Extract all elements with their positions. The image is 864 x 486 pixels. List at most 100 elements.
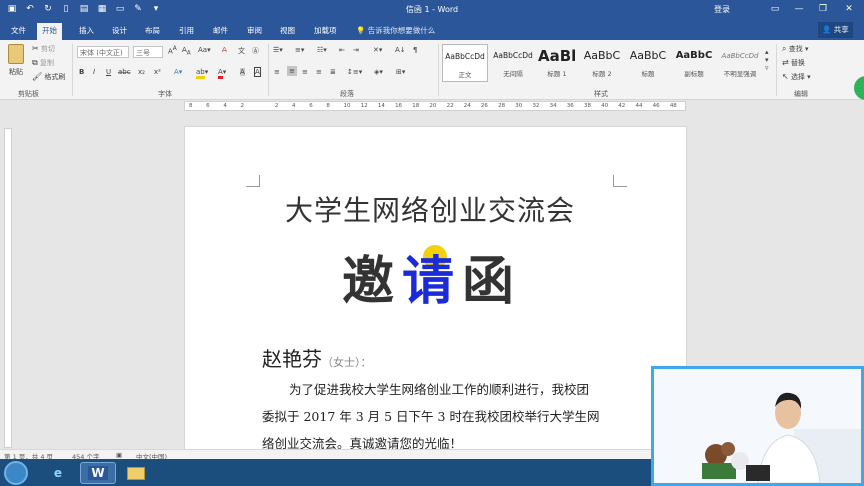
invitation-title[interactable]: 邀请函	[342, 239, 522, 314]
person-icon: 👤	[822, 25, 832, 34]
proofing-icon[interactable]: ▣	[116, 451, 122, 459]
tab-file[interactable]: 文件	[6, 23, 31, 40]
shading-icon[interactable]: ◈▾	[374, 68, 383, 76]
word-app-icon[interactable]: W	[80, 462, 116, 484]
find-button[interactable]: ⌕ 查找 ▾	[782, 44, 808, 54]
superscript-icon[interactable]: x²	[154, 68, 161, 76]
body-paragraph-line[interactable]: 委拟于 2017 年 3 月 5 日下午 3 时在我校团校举行大学生网	[262, 406, 599, 425]
bullets-icon[interactable]: ☰▾	[273, 46, 283, 54]
style-sample: AaBbCcDd	[493, 51, 533, 60]
ruler-tick: 6	[309, 103, 313, 109]
numbering-icon[interactable]: ≡▾	[295, 46, 304, 54]
enclose-char-icon[interactable]: Ⓐ	[252, 46, 259, 56]
copy-button[interactable]: ⧉ 复制	[32, 58, 54, 68]
ruler-tick: 12	[360, 103, 368, 109]
cursor-icon: ↖	[782, 72, 789, 81]
style-normal[interactable]: AaBbCcDd 正文	[442, 44, 488, 82]
share-button[interactable]: 👤 共享	[818, 22, 853, 38]
underline-button[interactable]: U	[106, 68, 111, 76]
style-heading-1[interactable]: AaBl 标题 1	[538, 44, 576, 82]
char-border-icon[interactable]: A	[254, 67, 261, 77]
distributed-icon[interactable]: ≣	[330, 68, 336, 76]
decrease-indent-icon[interactable]: ⇤	[339, 46, 345, 54]
chinese-layout-icon[interactable]: ✕▾	[373, 46, 382, 54]
document-heading[interactable]: 大学生网络创业交流会	[285, 189, 595, 229]
internet-explorer-icon[interactable]: e	[40, 462, 76, 484]
align-center-icon[interactable]: ≡	[287, 66, 297, 76]
body-paragraph-line[interactable]: 为了促进我校大学生网络创业工作的顺利进行，我校团	[289, 379, 589, 398]
start-button[interactable]	[4, 461, 28, 485]
tab-references[interactable]: 引用	[174, 23, 199, 40]
highlight-color-icon[interactable]: ab▾	[196, 68, 208, 79]
style-sample: AaBbCcDd	[721, 52, 759, 60]
tab-view[interactable]: 视图	[275, 23, 300, 40]
replace-button[interactable]: ⇄ 替换	[782, 58, 805, 68]
align-right-icon[interactable]: ≡	[302, 68, 308, 76]
cut-button[interactable]: ✂ 剪切	[32, 44, 55, 54]
borders-icon[interactable]: ⊞▾	[396, 68, 405, 76]
sort-icon[interactable]: A↓	[395, 46, 406, 54]
multilevel-list-icon[interactable]: ☷▾	[317, 46, 327, 54]
style-no-spacing[interactable]: AaBbCcDd 无间隔	[490, 44, 536, 82]
close-icon[interactable]: ✕	[838, 2, 860, 16]
change-case-icon[interactable]: Aa▾	[198, 46, 211, 54]
ruler-tick: 4	[223, 103, 227, 109]
phonetic-guide-icon[interactable]: 文	[238, 46, 245, 56]
lightbulb-icon: 💡	[356, 26, 366, 35]
minimize-icon[interactable]: —	[788, 2, 810, 16]
tell-me-box[interactable]: 💡 告诉我你想要做什么	[356, 25, 435, 36]
increase-indent-icon[interactable]: ⇥	[353, 46, 359, 54]
ribbon-display-icon[interactable]: ▭	[764, 2, 786, 16]
style-subtitle[interactable]: AaBbC 副标题	[672, 44, 716, 82]
ruler-tick: 14	[377, 103, 385, 109]
ruler-tick: 48	[669, 103, 677, 109]
maximize-icon[interactable]: ❐	[812, 2, 834, 16]
cut-label: 剪切	[40, 45, 55, 53]
recipient-line[interactable]: 赵艳芬（女士）：	[262, 343, 372, 372]
text-effects-icon[interactable]: A▾	[174, 68, 182, 76]
tab-insert[interactable]: 插入	[74, 23, 99, 40]
font-color-icon[interactable]: A▾	[218, 68, 226, 79]
horizontal-ruler[interactable]: 8 6 4 2 2 4 6 8 10 12 14 16 18 20 22 24 26 28 30 32 34 36 38 40…	[184, 101, 686, 111]
clear-formatting-icon[interactable]: A̶	[222, 46, 227, 54]
document-page[interactable]: 大学生网络创业交流会 邀请函 赵艳芬（女士）： 为了促进我校大学生网络创业工作的…	[184, 126, 687, 466]
tab-addins[interactable]: 加载项	[309, 23, 342, 40]
tab-design[interactable]: 设计	[107, 23, 132, 40]
grow-font-icon[interactable]: AA	[168, 46, 177, 55]
recipient-name: 赵艳芬	[262, 347, 322, 371]
select-button[interactable]: ↖ 选择 ▾	[782, 72, 811, 82]
shrink-font-icon[interactable]: AA	[182, 46, 191, 56]
file-explorer-icon[interactable]	[118, 462, 154, 484]
font-group-label: 字体	[158, 90, 172, 98]
char-shading-icon[interactable]: A	[240, 68, 245, 76]
tab-mailings[interactable]: 邮件	[208, 23, 233, 40]
show-marks-icon[interactable]: ¶	[413, 46, 417, 54]
paste-button[interactable]: 粘贴	[6, 44, 26, 80]
styles-group-label: 样式	[594, 90, 608, 98]
ruler-tick: 8	[189, 103, 193, 109]
style-heading-2[interactable]: AaBbC 标题 2	[580, 44, 624, 82]
line-spacing-icon[interactable]: ↕≡▾	[347, 68, 362, 76]
login-link[interactable]: 登录	[714, 4, 730, 15]
style-name: 副标题	[684, 70, 704, 78]
tab-home[interactable]: 开始	[37, 23, 62, 40]
tab-layout[interactable]: 布局	[140, 23, 165, 40]
strikethrough-icon[interactable]: a̶b̶c̶	[118, 68, 131, 76]
format-painter-button[interactable]: 🖌 格式刷	[32, 72, 65, 82]
invite-char: 邀	[342, 251, 403, 312]
justify-icon[interactable]: ≡	[316, 68, 322, 76]
bold-button[interactable]: B	[79, 68, 84, 76]
tab-review[interactable]: 审阅	[242, 23, 267, 40]
style-subtle-emphasis[interactable]: AaBbCcDd 不明显强调	[718, 44, 762, 82]
subscript-icon[interactable]: x₂	[138, 68, 145, 76]
ruler-tick: 42	[618, 103, 626, 109]
font-size-select[interactable]: 三号	[133, 46, 163, 58]
align-left-icon[interactable]: ≡	[274, 68, 280, 76]
style-title[interactable]: AaBbC 标题	[626, 44, 670, 82]
font-name-select[interactable]: 宋体 (中文正)	[77, 46, 129, 58]
style-sample: AaBl	[538, 47, 576, 65]
vertical-ruler[interactable]	[4, 128, 12, 448]
styles-scroll-icon[interactable]: ▴ ▾ ▿	[765, 48, 769, 72]
ribbon-tabs: 文件 开始 插入 设计 布局 引用 邮件 审阅 视图 加载项 💡 告诉我你想要做…	[0, 20, 864, 40]
italic-button[interactable]: I	[93, 68, 95, 76]
